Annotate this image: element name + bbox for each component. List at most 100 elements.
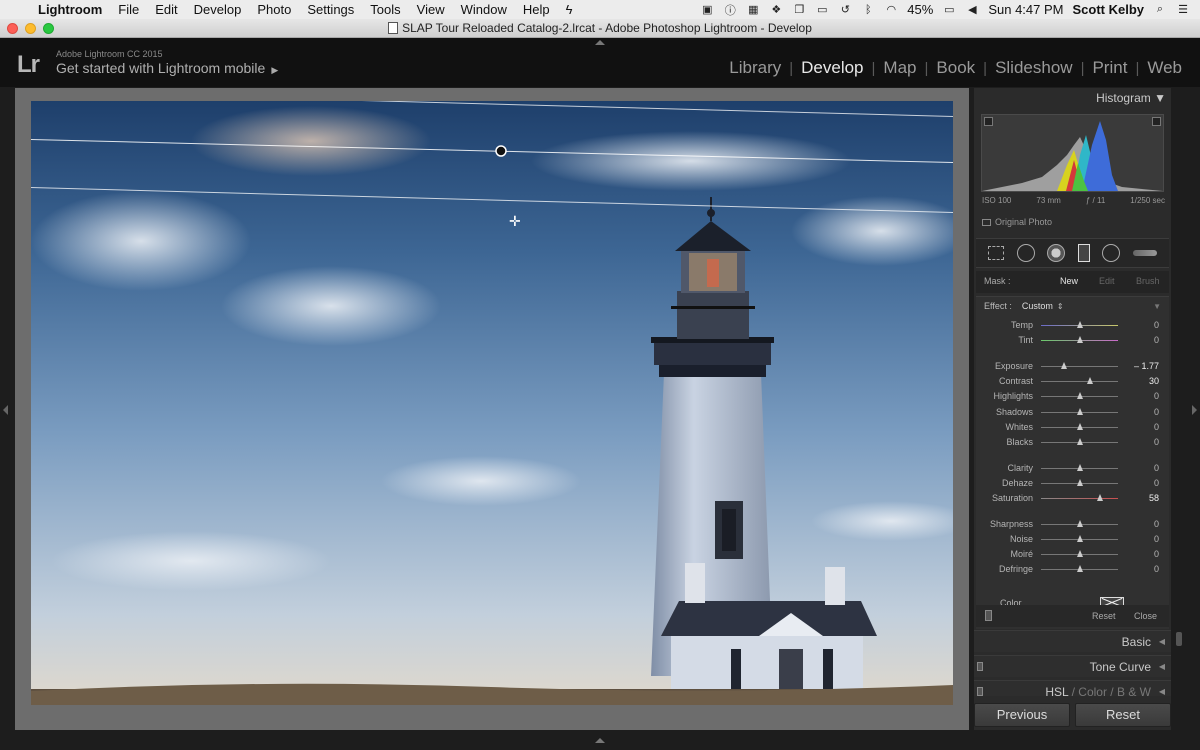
slider-thumb[interactable]	[1076, 479, 1083, 486]
panel-hsl[interactable]: HSL / Color / B & W ◀	[974, 680, 1171, 696]
crop-tool-icon[interactable]	[988, 246, 1005, 260]
original-photo-toggle[interactable]: Original Photo	[982, 217, 1052, 227]
info-icon[interactable]: ⓘ	[723, 4, 737, 17]
airplay-icon[interactable]: ▭	[815, 4, 829, 16]
slider-thumb[interactable]	[1076, 565, 1083, 572]
reset-button[interactable]: Reset	[1075, 703, 1171, 727]
grid-icon[interactable]: ▦	[746, 4, 760, 16]
histogram-header[interactable]: Histogram ▼	[974, 91, 1166, 105]
slider-track[interactable]	[1041, 366, 1118, 367]
slider-value[interactable]: 0	[1154, 564, 1159, 574]
photo-canvas[interactable]: ✛	[15, 88, 969, 730]
effect-preset[interactable]: Effect : Custom ⇕	[984, 301, 1064, 311]
left-panel-toggle-icon[interactable]	[3, 405, 8, 415]
slider-value[interactable]: 0	[1154, 391, 1159, 401]
effect-toggle-switch[interactable]	[985, 610, 992, 621]
panel-bw-label[interactable]: B & W	[1117, 685, 1151, 696]
slider-thumb[interactable]	[1076, 392, 1083, 399]
mask-brush-button[interactable]: Brush	[1136, 276, 1160, 286]
radial-filter-tool-icon[interactable]	[1102, 244, 1121, 262]
slider-thumb[interactable]	[1076, 321, 1083, 328]
slider-value[interactable]: 0	[1154, 463, 1159, 473]
window-zoom-button[interactable]	[43, 23, 54, 34]
menu-view[interactable]: View	[409, 2, 453, 17]
bluetooth-icon[interactable]: ᛒ	[861, 4, 875, 16]
menu-file[interactable]: File	[110, 2, 147, 17]
shadow-clipping-icon[interactable]	[984, 117, 993, 126]
panel-color-label[interactable]: Color	[1078, 685, 1107, 696]
slider-value[interactable]: 0	[1154, 478, 1159, 488]
mobile-promo[interactable]: Get started with Lightroom mobile ▶	[56, 60, 278, 76]
slider-value[interactable]: 0	[1154, 335, 1159, 345]
slider-value[interactable]: 30	[1149, 376, 1159, 386]
slider-thumb[interactable]	[1076, 464, 1083, 471]
slider-thumb[interactable]	[1061, 362, 1068, 369]
panel-switch-icon[interactable]	[977, 687, 983, 696]
window-minimize-button[interactable]	[25, 23, 36, 34]
dropbox-icon[interactable]: ❖	[769, 4, 783, 16]
slider-value[interactable]: 0	[1154, 407, 1159, 417]
slider-thumb[interactable]	[1076, 520, 1083, 527]
filmstrip-toggle-icon[interactable]	[595, 738, 605, 743]
graduated-filter-tool-icon[interactable]	[1077, 244, 1090, 262]
window-close-button[interactable]	[7, 23, 18, 34]
effect-close-button[interactable]: Close	[1134, 611, 1157, 621]
script-menu-icon[interactable]: ϟ	[558, 2, 581, 17]
panel-hsl-label[interactable]: HSL	[1045, 685, 1068, 696]
mask-new-button[interactable]: New	[1060, 276, 1078, 286]
slider-track[interactable]	[1041, 498, 1118, 499]
slider-value[interactable]: 0	[1154, 549, 1159, 559]
menu-edit[interactable]: Edit	[147, 2, 185, 17]
slider-thumb[interactable]	[1076, 438, 1083, 445]
menubar-user[interactable]: Scott Kelby	[1072, 2, 1144, 17]
module-develop[interactable]: Develop	[793, 58, 871, 78]
slider-thumb[interactable]	[1076, 535, 1083, 542]
spotlight-search-icon[interactable]: ⌕	[1153, 3, 1167, 16]
notification-center-icon[interactable]: ☰	[1176, 4, 1190, 16]
module-print[interactable]: Print	[1084, 58, 1135, 78]
slider-thumb[interactable]	[1076, 423, 1083, 430]
slider-thumb[interactable]	[1076, 408, 1083, 415]
menu-tools[interactable]: Tools	[362, 2, 408, 17]
slider-value[interactable]: 0	[1154, 519, 1159, 529]
photo-preview[interactable]: ✛	[31, 101, 953, 705]
slider-value[interactable]: 0	[1154, 437, 1159, 447]
previous-button[interactable]: Previous	[974, 703, 1070, 727]
slider-thumb[interactable]	[1076, 550, 1083, 557]
slider-thumb[interactable]	[1086, 377, 1093, 384]
menu-photo[interactable]: Photo	[249, 2, 299, 17]
copy-icon[interactable]: ❐	[792, 4, 806, 16]
wifi-icon[interactable]: ◠	[884, 4, 898, 16]
effect-disclosure-icon[interactable]: ▼	[1153, 302, 1161, 311]
slider-thumb[interactable]	[1097, 494, 1104, 501]
menu-app[interactable]: Lightroom	[30, 2, 110, 17]
module-book[interactable]: Book	[928, 58, 983, 78]
module-web[interactable]: Web	[1139, 58, 1190, 78]
slider-thumb[interactable]	[1076, 336, 1083, 343]
spot-removal-tool-icon[interactable]	[1016, 244, 1035, 262]
panel-tone-curve[interactable]: Tone Curve ◀	[974, 655, 1171, 677]
histogram-graph[interactable]	[981, 114, 1164, 192]
slider-value[interactable]: 0	[1154, 422, 1159, 432]
top-panel-toggle-icon[interactable]	[595, 40, 605, 45]
highlight-clipping-icon[interactable]	[1152, 117, 1161, 126]
module-library[interactable]: Library	[721, 58, 789, 78]
slider-value[interactable]: 0	[1154, 320, 1159, 330]
menu-settings[interactable]: Settings	[299, 2, 362, 17]
menu-develop[interactable]: Develop	[186, 2, 250, 17]
effect-reset-button[interactable]: Reset	[1092, 611, 1116, 621]
mask-edit-button[interactable]: Edit	[1099, 276, 1115, 286]
panel-switch-icon[interactable]	[977, 662, 983, 671]
original-photo-checkbox[interactable]	[982, 219, 991, 226]
module-map[interactable]: Map	[875, 58, 924, 78]
panel-basic[interactable]: Basic ◀	[974, 630, 1171, 652]
slider-value[interactable]: 58	[1149, 493, 1159, 503]
screen-record-icon[interactable]: ▣	[700, 4, 714, 16]
adjustment-brush-tool-icon[interactable]	[1132, 250, 1157, 256]
volume-icon[interactable]: ◀	[965, 4, 979, 16]
module-slideshow[interactable]: Slideshow	[987, 58, 1081, 78]
menu-window[interactable]: Window	[453, 2, 515, 17]
time-machine-icon[interactable]: ↺	[838, 4, 852, 16]
battery-icon[interactable]: ▭	[942, 4, 956, 16]
slider-value[interactable]: – 1.77	[1134, 361, 1159, 371]
